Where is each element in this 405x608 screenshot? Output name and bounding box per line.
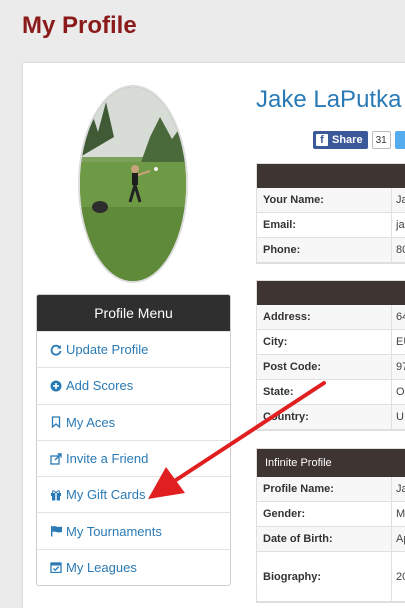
- address-table: Address: 64 City: EU Post Code: 97 State…: [256, 280, 405, 431]
- table-row: Your Name: Ja: [257, 188, 405, 213]
- row-value: Ja: [396, 483, 405, 495]
- profile-menu-header: Profile Menu: [37, 295, 230, 331]
- row-value: 80: [396, 244, 405, 256]
- infinite-profile-table: Infinite Profile Profile Name: Ja Gender…: [256, 448, 405, 603]
- table-row: Post Code: 97: [257, 355, 405, 380]
- menu-item-my-aces[interactable]: My Aces: [37, 403, 230, 440]
- row-value: ja: [396, 219, 405, 231]
- menu-item-label: Add Scores: [66, 378, 134, 394]
- share-bar: f Share 31: [313, 131, 405, 149]
- menu-item-label: My Leagues: [66, 559, 137, 575]
- gift-icon: [49, 488, 63, 502]
- menu-item-update-profile[interactable]: Update Profile: [37, 331, 230, 367]
- twitter-share-button[interactable]: [394, 131, 405, 149]
- contact-table-header: [257, 164, 405, 188]
- table-row: Email: ja: [257, 213, 405, 238]
- refresh-icon: [49, 343, 63, 357]
- facebook-share-button[interactable]: f Share: [313, 131, 368, 149]
- profile-menu: Profile Menu Update Profile Add Scores M…: [36, 294, 231, 586]
- menu-item-my-leagues[interactable]: My Leagues: [37, 548, 230, 585]
- row-label: Email:: [257, 213, 392, 237]
- menu-item-my-tournaments[interactable]: My Tournaments: [37, 512, 230, 548]
- share-square-icon: [49, 452, 63, 466]
- menu-item-invite-a-friend[interactable]: Invite a Friend: [37, 439, 230, 476]
- calendar-check-icon: [49, 560, 63, 574]
- row-label: City:: [257, 330, 392, 354]
- menu-item-label: Update Profile: [66, 342, 149, 358]
- menu-item-label: My Tournaments: [66, 523, 162, 539]
- page-title: My Profile: [22, 12, 137, 39]
- row-label: Country:: [257, 405, 392, 429]
- table-row: Biography: 20 D W: [257, 552, 405, 602]
- menu-item-add-scores[interactable]: Add Scores: [37, 367, 230, 403]
- row-label: Your Name:: [257, 188, 392, 212]
- table-row: Gender: M: [257, 502, 405, 527]
- row-value: M: [396, 508, 405, 520]
- row-label: State:: [257, 380, 392, 404]
- row-value: Ap: [396, 533, 405, 545]
- bookmark-icon: [49, 415, 63, 429]
- infinite-profile-header: Infinite Profile: [257, 449, 405, 477]
- table-row: Date of Birth: Ap: [257, 527, 405, 552]
- facebook-share-label: Share: [332, 134, 363, 146]
- row-label: Gender:: [257, 502, 392, 526]
- table-row: Address: 64: [257, 305, 405, 330]
- facebook-share-count: 31: [371, 131, 391, 149]
- row-value: 64: [396, 311, 405, 323]
- flag-icon: [49, 524, 63, 538]
- profile-name: Jake LaPutka: [256, 86, 402, 113]
- row-label: Post Code:: [257, 355, 392, 379]
- table-row: Profile Name: Ja: [257, 477, 405, 502]
- menu-item-my-gift-cards[interactable]: My Gift Cards: [37, 476, 230, 512]
- facebook-icon: f: [316, 134, 328, 146]
- row-label: Biography:: [257, 552, 392, 601]
- plus-circle-icon: [49, 379, 63, 393]
- row-value: U.: [396, 411, 405, 423]
- row-value: O: [396, 386, 405, 398]
- menu-item-label: Invite a Friend: [66, 451, 149, 467]
- table-row: Country: U.: [257, 405, 405, 430]
- table-row: State: O: [257, 380, 405, 405]
- menu-item-label: My Aces: [66, 414, 116, 430]
- contact-table: Your Name: Ja Email: ja Phone: 80: [256, 163, 405, 264]
- avatar-photo: [80, 87, 186, 281]
- menu-item-label: My Gift Cards: [66, 487, 146, 503]
- row-value: Ja: [396, 194, 405, 206]
- address-table-header: [257, 281, 405, 305]
- row-label: Profile Name:: [257, 477, 392, 501]
- row-value: EU: [396, 336, 405, 348]
- row-label: Address:: [257, 305, 392, 329]
- row-value: 97: [396, 361, 405, 373]
- row-value: 20 D W: [396, 570, 405, 583]
- row-label: Phone:: [257, 238, 392, 262]
- avatar: [78, 85, 188, 283]
- table-row: Phone: 80: [257, 238, 405, 263]
- row-label: Date of Birth:: [257, 527, 392, 551]
- table-row: City: EU: [257, 330, 405, 355]
